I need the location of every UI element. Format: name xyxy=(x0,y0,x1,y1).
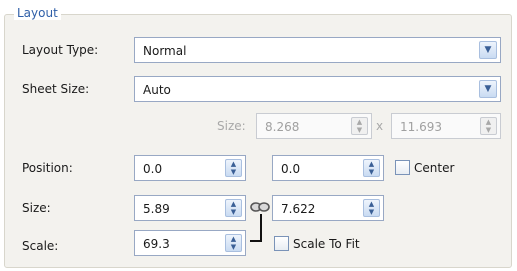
chain-link-icon[interactable] xyxy=(250,200,270,214)
size-height-field[interactable]: 7.622 ▲ ▼ xyxy=(272,195,384,221)
layout-type-select[interactable]: Normal ▼ xyxy=(134,37,501,63)
scale-to-fit-checkbox[interactable] xyxy=(274,236,289,251)
spin-arrows-icon[interactable]: ▲ ▼ xyxy=(225,234,242,252)
layout-type-value: Normal xyxy=(143,44,187,58)
size-width-value: 5.89 xyxy=(143,202,170,216)
size-width-field[interactable]: 5.89 ▲ ▼ xyxy=(134,195,246,221)
custom-height-field[interactable]: 11.693 ▲ ▼ xyxy=(391,113,501,139)
custom-height-value: 11.693 xyxy=(400,120,442,134)
layout-type-label: Layout Type: xyxy=(22,43,99,57)
link-bracket xyxy=(250,240,262,242)
size-label: Size: xyxy=(22,201,51,215)
spin-arrows-icon[interactable]: ▲ ▼ xyxy=(225,159,242,177)
scale-label: Scale: xyxy=(22,239,59,253)
custom-size-label: Size: xyxy=(217,119,246,133)
scale-to-fit-label: Scale To Fit xyxy=(293,237,360,251)
size-height-value: 7.622 xyxy=(281,202,316,216)
scale-value: 69.3 xyxy=(143,237,170,251)
position-label: Position: xyxy=(22,161,73,175)
scale-field[interactable]: 69.3 ▲ ▼ xyxy=(134,230,246,256)
sheet-size-label: Sheet Size: xyxy=(22,82,90,96)
position-x-field[interactable]: 0.0 ▲ ▼ xyxy=(134,155,246,181)
size-separator: x xyxy=(376,119,384,133)
custom-width-field[interactable]: 8.268 ▲ ▼ xyxy=(256,113,372,139)
position-y-field[interactable]: 0.0 ▲ ▼ xyxy=(272,155,384,181)
chevron-down-icon[interactable]: ▼ xyxy=(479,41,497,59)
link-bracket xyxy=(260,214,262,242)
position-x-value: 0.0 xyxy=(143,162,163,176)
position-y-value: 0.0 xyxy=(281,162,301,176)
chevron-down-icon[interactable]: ▼ xyxy=(479,80,497,98)
sheet-size-select[interactable]: Auto ▼ xyxy=(134,76,501,102)
spin-arrows-icon[interactable]: ▲ ▼ xyxy=(363,159,380,177)
spin-arrows-icon[interactable]: ▲ ▼ xyxy=(480,117,497,135)
center-label: Center xyxy=(414,161,455,175)
group-title: Layout xyxy=(14,6,61,20)
spin-arrows-icon[interactable]: ▲ ▼ xyxy=(363,199,380,217)
spin-arrows-icon[interactable]: ▲ ▼ xyxy=(225,199,242,217)
custom-width-value: 8.268 xyxy=(265,120,300,134)
sheet-size-value: Auto xyxy=(143,83,171,97)
spin-arrows-icon[interactable]: ▲ ▼ xyxy=(351,117,368,135)
center-checkbox[interactable] xyxy=(395,160,410,175)
